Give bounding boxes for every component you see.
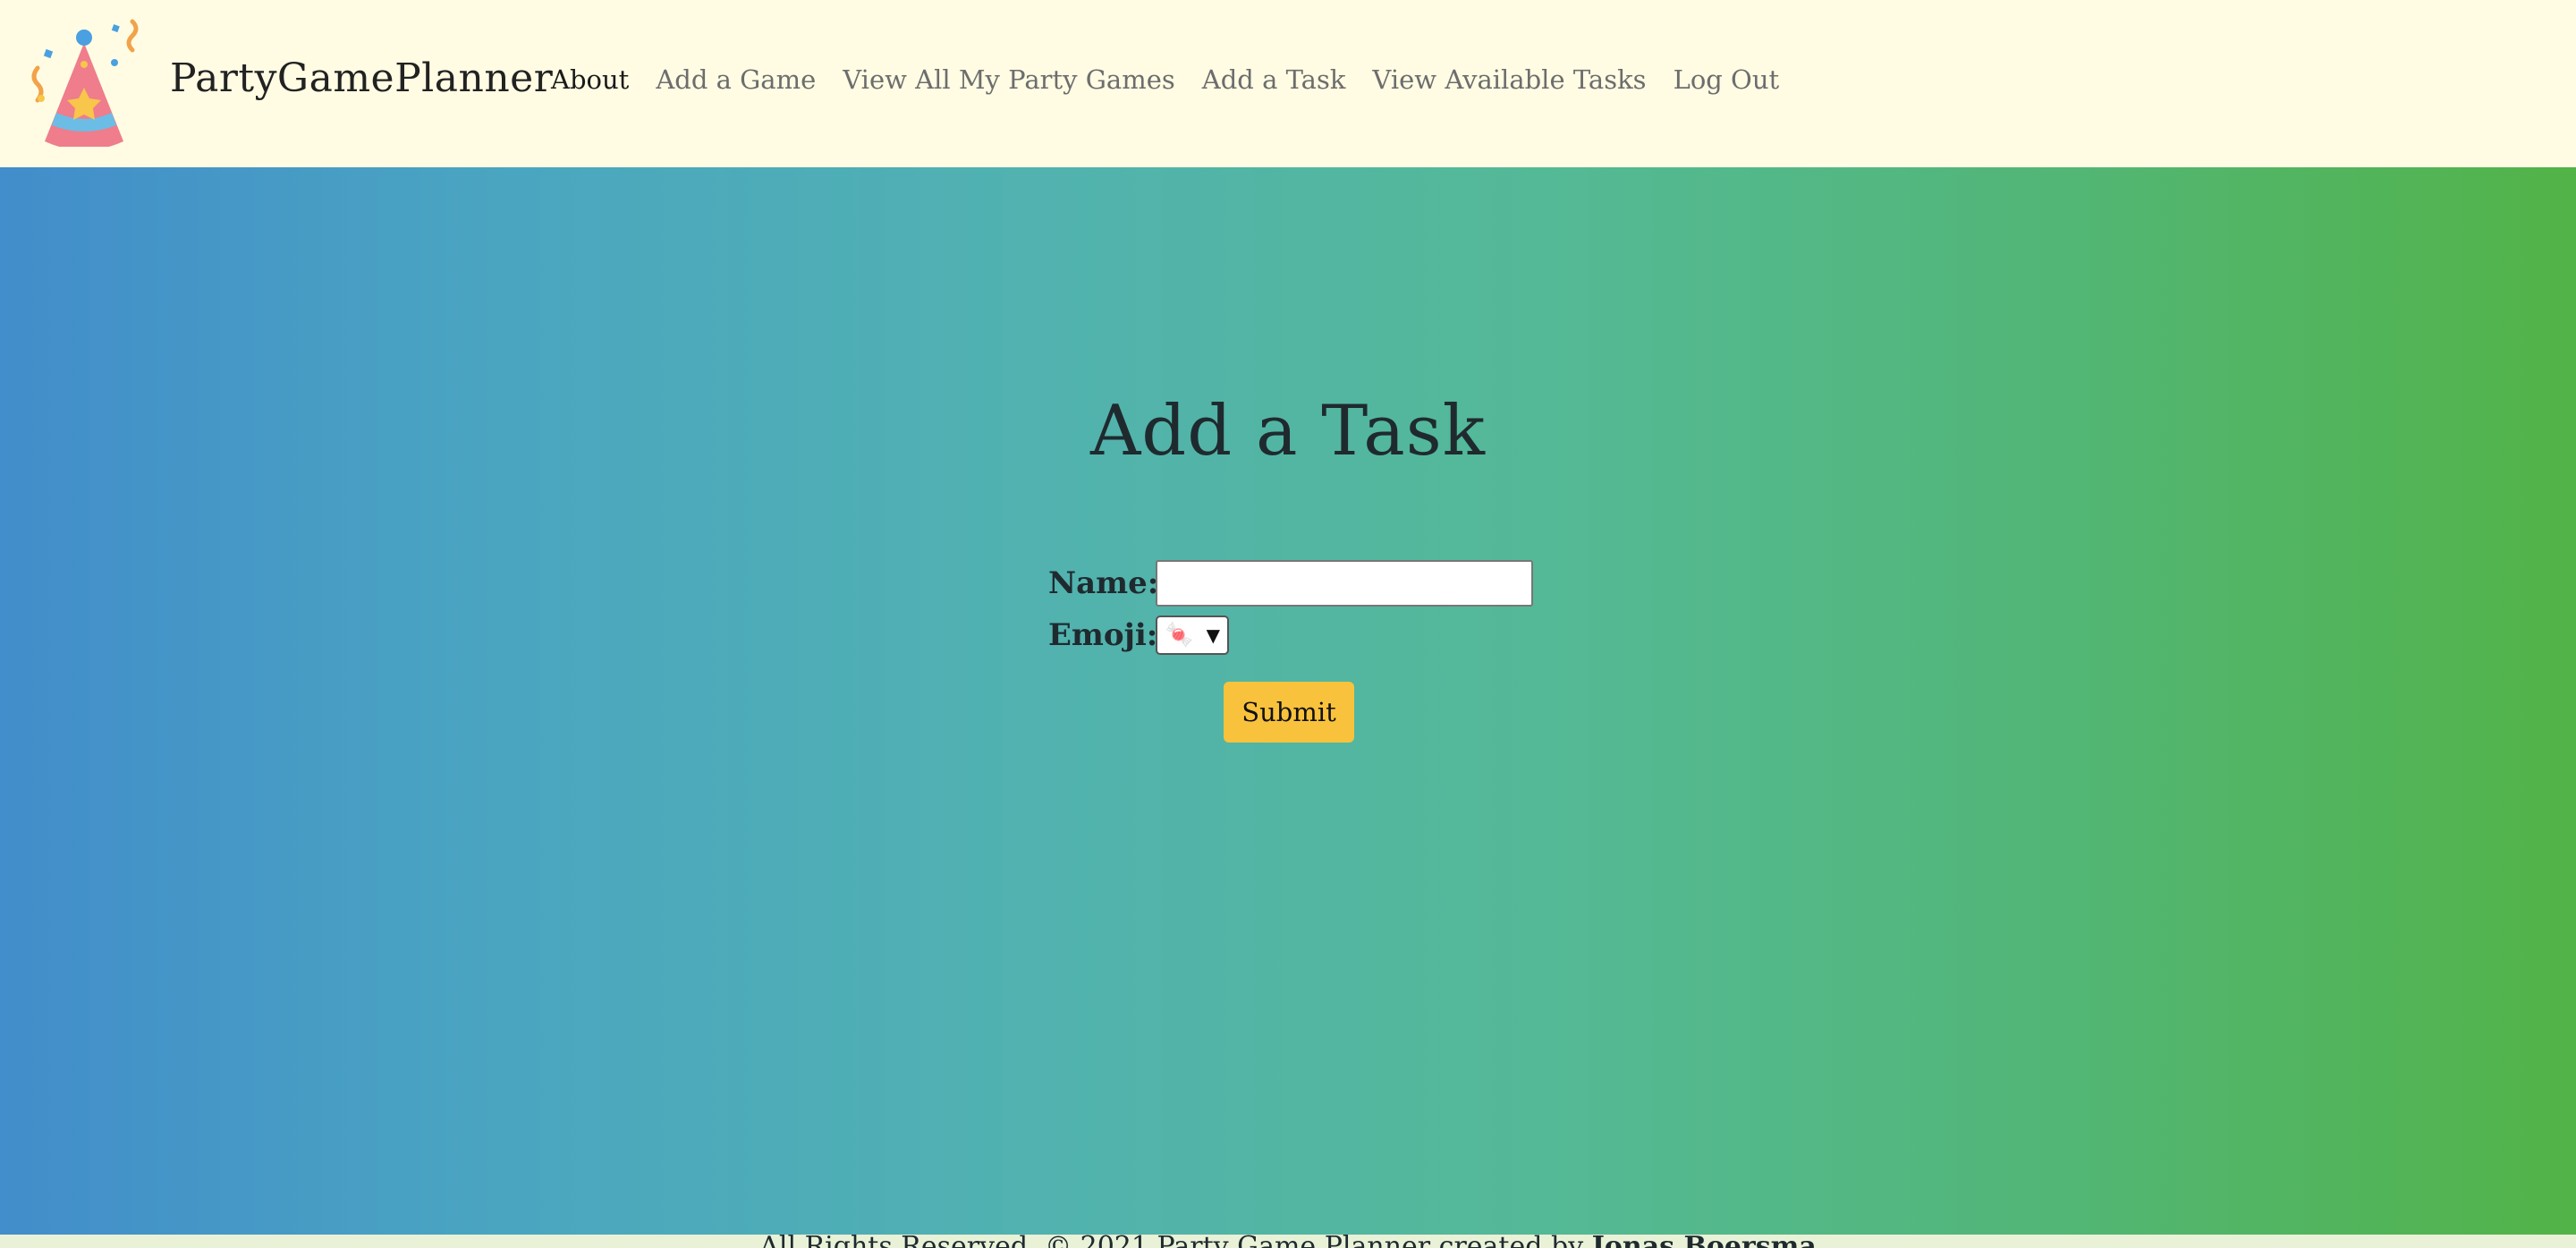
footer-text: All Rights Reserved. © 2021 Party Game P…: [0, 1235, 2576, 1248]
navbar: PartyGamePlanner About Add a Game View A…: [0, 0, 2576, 167]
nav-link-view-tasks[interactable]: View Available Tasks: [1372, 64, 1646, 95]
chevron-down-icon: ▼: [1206, 624, 1220, 646]
name-input[interactable]: [1156, 560, 1533, 607]
nav-link-about[interactable]: About: [551, 64, 629, 95]
emoji-select[interactable]: 🍬 ▼: [1156, 616, 1229, 655]
page-title: Add a Task: [1089, 391, 1487, 471]
nav-links: About Add a Game View All My Party Games…: [551, 64, 1806, 95]
submit-button[interactable]: Submit: [1224, 682, 1354, 743]
footer-copyright: All Rights Reserved. © 2021 Party Game P…: [759, 1235, 1591, 1248]
party-hat-icon[interactable]: [25, 16, 141, 147]
footer-author: Jonas Boersma: [1592, 1235, 1817, 1248]
emoji-row: Emoji: 🍬 ▼: [1048, 609, 1549, 661]
nav-link-add-task[interactable]: Add a Task: [1202, 64, 1346, 95]
footer: All Rights Reserved. © 2021 Party Game P…: [0, 1235, 2576, 1248]
emoji-label: Emoji:: [1048, 617, 1158, 653]
brand-link[interactable]: PartyGamePlanner: [170, 55, 553, 101]
add-task-form: Name: Emoji: 🍬 ▼: [1048, 557, 1549, 661]
candy-icon: 🍬: [1165, 622, 1194, 649]
nav-link-view-games[interactable]: View All My Party Games: [843, 64, 1175, 95]
name-label: Name:: [1048, 565, 1159, 601]
nav-link-log-out[interactable]: Log Out: [1674, 64, 1780, 95]
main-content: Add a Task Name: Emoji: 🍬 ▼ Submit: [0, 167, 2576, 1235]
name-row: Name:: [1048, 557, 1549, 609]
nav-link-add-game[interactable]: Add a Game: [656, 64, 816, 95]
